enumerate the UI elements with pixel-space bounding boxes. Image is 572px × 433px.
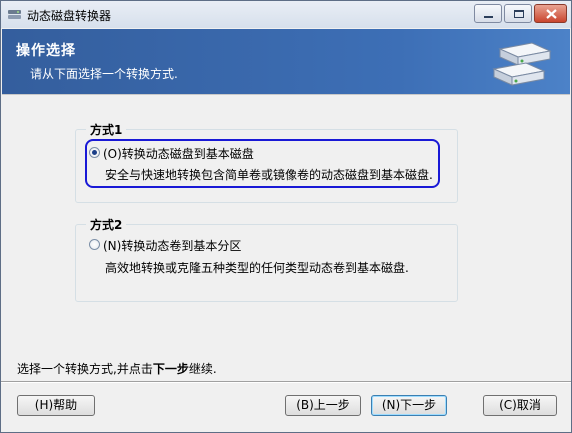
option-1-label[interactable]: (O)转换动态磁盘到基本磁盘 [103,145,254,162]
footer-separator [1,381,571,383]
option-2-radio[interactable] [89,239,100,250]
page-subtitle: 请从下面选择一个转换方式. [30,67,178,81]
option-2-label[interactable]: (N)转换动态卷到基本分区 [103,237,241,254]
instruction-suffix: 继续. [188,362,217,376]
option-2-description: 高效地转换或克隆五种类型的任何类型动态卷到基本磁盘. [105,261,409,275]
minimize-icon [484,16,493,18]
close-button[interactable] [534,4,567,23]
cancel-button[interactable]: (C)取消 [483,395,557,416]
instruction-prefix: 选择一个转换方式,并点击 [17,362,153,376]
next-button[interactable]: (N)下一步 [371,395,447,416]
window-title: 动态磁盘转换器 [27,9,112,23]
instruction-text: 选择一个转换方式,并点击下一步继续. [17,360,217,377]
option-group-2-legend: 方式2 [90,218,123,232]
page-title: 操作选择 [16,43,76,59]
option-1-radio[interactable] [89,147,100,158]
wizard-window: 动态磁盘转换器 操作选择 请从下面选择一个转换方式. 方式1 (O)转换动态磁盘… [0,0,572,433]
app-icon [7,7,22,22]
title-bar[interactable]: 动态磁盘转换器 [1,1,571,28]
option-1-description: 安全与快速地转换包含简单卷或镜像卷的动态磁盘到基本磁盘. [105,168,433,182]
help-button[interactable]: (H)帮助 [17,395,95,416]
instruction-bold: 下一步 [152,362,189,376]
wizard-header: 操作选择 请从下面选择一个转换方式. [2,29,570,95]
maximize-icon [514,10,524,18]
option-group-1-legend: 方式1 [90,123,123,137]
maximize-button[interactable] [504,4,532,23]
minimize-button[interactable] [474,4,502,23]
back-button[interactable]: (B)上一步 [285,395,361,416]
disk-convert-graphic [492,42,552,86]
close-icon [546,9,557,19]
